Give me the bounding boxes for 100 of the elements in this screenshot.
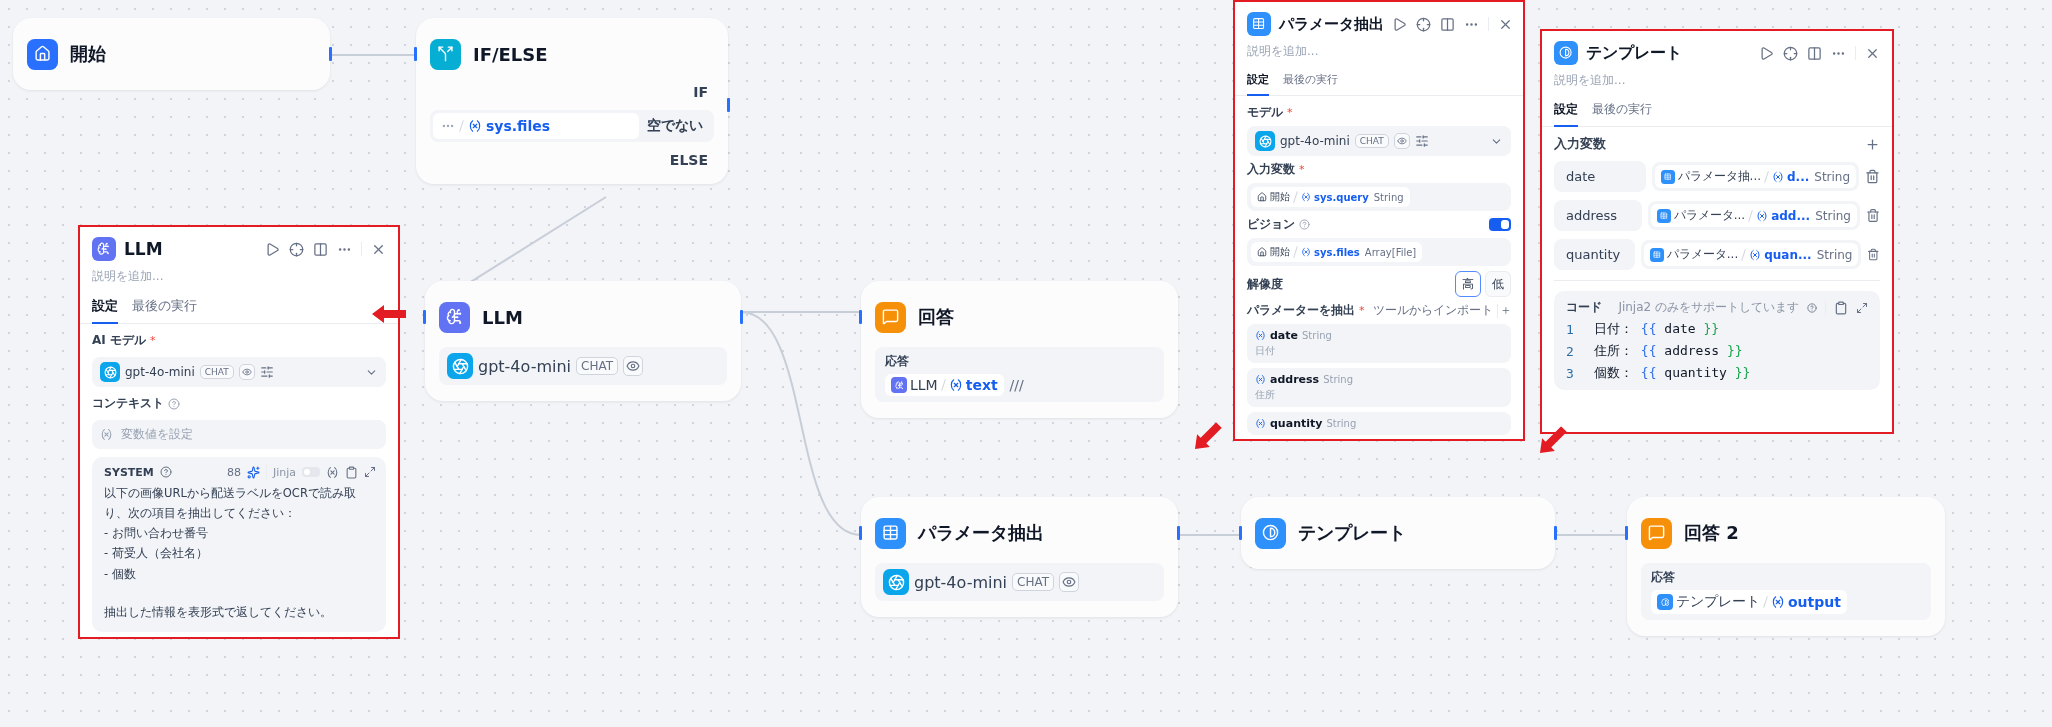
model-name: gpt-4o-mini [125,365,195,379]
parameter-card[interactable]: address String 住所 [1247,368,1511,407]
import-link[interactable]: ツールからインポート [1372,302,1493,319]
brain-icon [92,237,116,261]
trash-icon[interactable] [1865,169,1880,184]
connection-handle[interactable] [414,47,417,61]
variable-type: Array[File] [1364,246,1417,258]
panel-tab[interactable]: 最後の実行 [132,293,197,324]
panel-tab[interactable]: 最後の実行 [1592,97,1652,127]
expand-icon[interactable] [1856,301,1868,314]
connection-handle[interactable] [423,310,426,324]
sliders-icon[interactable] [1414,134,1429,148]
connection-handle[interactable] [329,47,332,61]
variable-type: String [1815,208,1851,223]
eye-icon [1059,572,1080,592]
variable-name-field[interactable]: date [1554,161,1646,192]
eye-icon [238,364,255,380]
parameter-type: String [1302,330,1332,341]
model-selector[interactable]: gpt-4o-mini CHAT [92,357,386,387]
node-title: テンプレート [1298,521,1406,545]
connection-handle[interactable] [1239,526,1242,540]
parameter-card[interactable]: quantity String [1247,412,1511,435]
workflow-node[interactable]: 開始 [13,18,330,90]
play-icon[interactable] [265,241,280,257]
workflow-node[interactable]: パラメータ抽出 gpt-4o-mini CHAT [861,497,1178,617]
crosshair-icon[interactable] [289,241,304,257]
connection-handle[interactable] [859,526,862,540]
parameter-type: String [1326,418,1357,429]
panel-tab[interactable]: 設定 [1247,68,1269,96]
prompt-editor[interactable]: SYSTEM 88 Jinja 以下の画像URLから配送ラベルをOCRで読み取り、次の項目を抽出してください： - お問い合わせ番号 - 荷受人（会社名） - 個数 抽出した情報を表形式で返してください。 [92,457,386,632]
trash-icon[interactable] [1865,208,1880,223]
description-field[interactable]: 説明を追加... [1247,42,1511,60]
expand-icon[interactable] [364,466,376,478]
mode-badge: CHAT [576,357,619,375]
jinja-toggle[interactable] [302,467,320,477]
field-label: コード [1566,299,1602,316]
clipboard-icon[interactable] [1834,300,1848,315]
vision-toggle[interactable] [1489,218,1511,231]
book-icon[interactable] [313,241,328,257]
connection-handle[interactable] [1554,526,1557,540]
resolution-option[interactable]: 低 [1485,271,1511,297]
line-number: 2 [1566,343,1575,359]
description-field[interactable]: 説明を追加... [92,267,386,285]
crosshair-icon[interactable] [1783,45,1798,61]
branch-icon [430,38,461,70]
hint-text: Jinja2 のみをサポートしています [1617,299,1799,316]
node-name: パラメータ... [1666,246,1739,263]
variable-name-field[interactable]: quantity [1554,239,1635,270]
code-text: 個数： {{ quantity }} [1594,364,1751,382]
variable-name: text [965,377,998,393]
connection-handle[interactable] [1177,526,1180,540]
workflow-node[interactable]: IF/ELSE IF sys.files 空でない ELSE [416,18,728,184]
variable-icon [1756,209,1769,222]
add-icon[interactable] [1865,136,1880,152]
crosshair-icon[interactable] [1416,16,1431,32]
clipboard-icon[interactable] [345,465,358,479]
connection-handle[interactable] [1625,526,1628,540]
required-mark: * [1299,163,1305,176]
node-name: 開始 [1270,245,1290,259]
home-icon [27,38,58,70]
token-count: 88 [226,465,241,479]
play-icon[interactable] [1759,45,1774,61]
add-icon[interactable] [1501,304,1511,317]
book-icon[interactable] [1807,45,1822,61]
field-label: AI モデル [92,332,146,349]
panel-tab[interactable]: 最後の実行 [1283,68,1338,96]
sparkle-icon[interactable] [246,465,260,479]
trash-icon[interactable] [1867,247,1880,262]
variable-icon [1255,374,1266,385]
variable-icon [1301,247,1311,257]
description-field[interactable]: 説明を追加... [1554,71,1880,89]
role-label: SYSTEM [104,465,154,479]
node-title: 回答 2 [1684,521,1739,545]
connection-handle[interactable] [740,310,743,324]
resolution-option[interactable]: 高 [1455,271,1481,297]
sliders-icon[interactable] [259,365,274,379]
code-editor[interactable]: コード Jinja2 のみをサポートしています 1 日付： {{ date }} 2 住所： {{ address }} 3 個数： {{ quantity }} [1554,291,1880,390]
workflow-node[interactable]: テンプレート [1241,497,1555,569]
model-logo-icon [1255,131,1275,151]
connection-handle[interactable] [859,310,862,324]
workflow-node[interactable]: LLM gpt-4o-mini CHAT [425,281,741,401]
panel-tab[interactable]: 設定 [1554,97,1578,127]
panel-tab[interactable]: 設定 [92,293,118,324]
book-icon[interactable] [1440,16,1455,32]
field-label: 解像度 [1247,275,1283,293]
node-name: 開始 [1270,190,1290,204]
parameter-card[interactable]: date String 日付 [1247,324,1511,363]
variable-icon[interactable] [326,465,339,479]
if-label: IF [693,84,709,100]
grid-icon [1660,169,1675,184]
variable-name-field[interactable]: address [1554,200,1642,231]
workflow-node[interactable]: 回答 応答 LLM text /// [861,281,1178,418]
panel-title: パラメータ抽出 [1279,14,1384,34]
play-icon[interactable] [1392,16,1407,32]
model-selector[interactable]: gpt-4o-mini CHAT [1247,126,1511,156]
variable-name: sys.query [1314,191,1369,203]
workflow-node[interactable]: 回答 2 応答 テンプレート output [1627,497,1945,636]
grid-icon [1247,12,1271,36]
variable-name: sys.files [486,118,551,134]
connection-handle[interactable] [727,98,730,112]
